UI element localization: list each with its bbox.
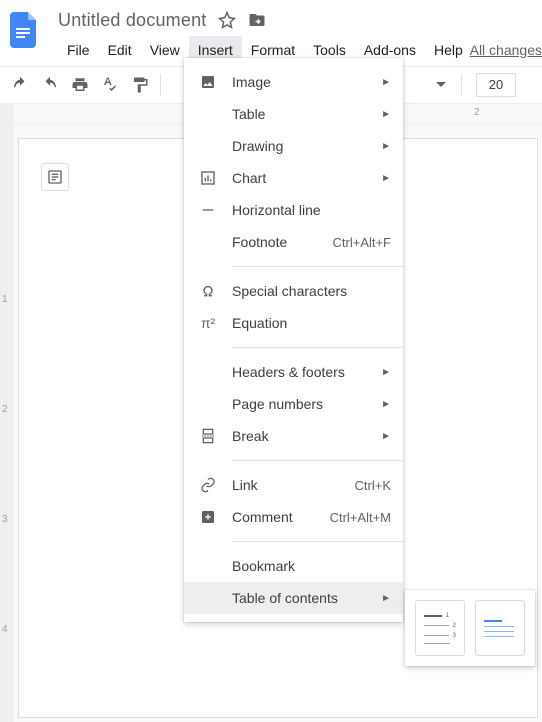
menu-item-link[interactable]: Link Ctrl+K: [184, 469, 403, 501]
horizontal-line-icon: [198, 202, 218, 218]
toc-submenu: 1 2 3: [405, 590, 535, 666]
menu-view[interactable]: View: [141, 36, 189, 64]
vertical-ruler[interactable]: 1 2 3 4: [0, 124, 14, 722]
submenu-arrow-icon: ►: [381, 593, 391, 604]
menu-item-footnote[interactable]: Footnote Ctrl+Alt+F: [184, 226, 403, 258]
image-icon: [198, 74, 218, 90]
ruler-mark: 3: [2, 514, 8, 525]
menu-edit[interactable]: Edit: [99, 36, 141, 64]
menu-item-special-characters[interactable]: Special characters: [184, 275, 403, 307]
font-size-input[interactable]: 20: [476, 73, 516, 97]
submenu-arrow-icon: ►: [381, 431, 391, 442]
menu-item-bookmark[interactable]: Bookmark: [184, 550, 403, 582]
undo-button[interactable]: [6, 71, 34, 99]
menu-file[interactable]: File: [58, 36, 99, 64]
ruler-mark: 1: [2, 294, 8, 305]
shortcut-label: Ctrl+K: [355, 478, 391, 493]
toc-option-with-page-numbers[interactable]: 1 2 3: [415, 600, 465, 656]
menu-help[interactable]: Help: [425, 36, 472, 64]
menu-item-drawing[interactable]: Drawing ►: [184, 130, 403, 162]
menu-item-break[interactable]: Break ►: [184, 420, 403, 452]
menu-item-comment[interactable]: Comment Ctrl+Alt+M: [184, 501, 403, 533]
comment-icon: [198, 509, 218, 525]
menu-item-page-numbers[interactable]: Page numbers ►: [184, 388, 403, 420]
toc-option-with-blue-links[interactable]: [475, 600, 525, 656]
all-changes-saved-link[interactable]: All changes: [470, 36, 542, 64]
menu-item-table-of-contents[interactable]: Table of contents ►: [184, 582, 403, 614]
menu-item-headers-footers[interactable]: Headers & footers ►: [184, 356, 403, 388]
spellcheck-button[interactable]: [96, 71, 124, 99]
submenu-arrow-icon: ►: [381, 173, 391, 184]
submenu-arrow-icon: ►: [381, 141, 391, 152]
submenu-arrow-icon: ►: [381, 77, 391, 88]
app-header: Untitled document File Edit View Insert …: [0, 0, 542, 64]
link-icon: [198, 477, 218, 493]
star-icon[interactable]: [218, 11, 236, 29]
toolbar-separator: [461, 74, 462, 96]
submenu-arrow-icon: ►: [381, 399, 391, 410]
ruler-mark: 2: [474, 107, 480, 118]
toolbar-separator: [160, 74, 161, 96]
shortcut-label: Ctrl+Alt+M: [330, 510, 391, 525]
header-center: Untitled document File Edit View Insert …: [58, 8, 472, 64]
docs-logo[interactable]: [6, 12, 42, 48]
move-icon[interactable]: [248, 11, 266, 29]
redo-button[interactable]: [36, 71, 64, 99]
menu-item-equation[interactable]: π² Equation: [184, 307, 403, 339]
menu-separator: [232, 541, 403, 542]
menu-item-table[interactable]: Table ►: [184, 98, 403, 130]
document-outline-button[interactable]: [41, 163, 69, 191]
page-break-icon: [198, 428, 218, 444]
submenu-arrow-icon: ►: [381, 109, 391, 120]
menu-separator: [232, 347, 403, 348]
document-title[interactable]: Untitled document: [58, 10, 206, 31]
paint-format-button[interactable]: [126, 71, 154, 99]
shortcut-label: Ctrl+Alt+F: [332, 235, 391, 250]
ruler-mark: 4: [2, 624, 8, 635]
menu-separator: [232, 266, 403, 267]
font-family-dropdown[interactable]: [427, 71, 455, 99]
menu-separator: [232, 460, 403, 461]
pi-icon: π²: [198, 315, 218, 331]
menu-item-chart[interactable]: Chart ►: [184, 162, 403, 194]
insert-menu-dropdown: Image ► Table ► Drawing ► Chart ► Horizo…: [184, 58, 403, 622]
menu-item-horizontal-line[interactable]: Horizontal line: [184, 194, 403, 226]
chart-icon: [198, 170, 218, 186]
print-button[interactable]: [66, 71, 94, 99]
omega-icon: [198, 283, 218, 299]
menu-item-image[interactable]: Image ►: [184, 66, 403, 98]
ruler-mark: 2: [2, 404, 8, 415]
submenu-arrow-icon: ►: [381, 367, 391, 378]
